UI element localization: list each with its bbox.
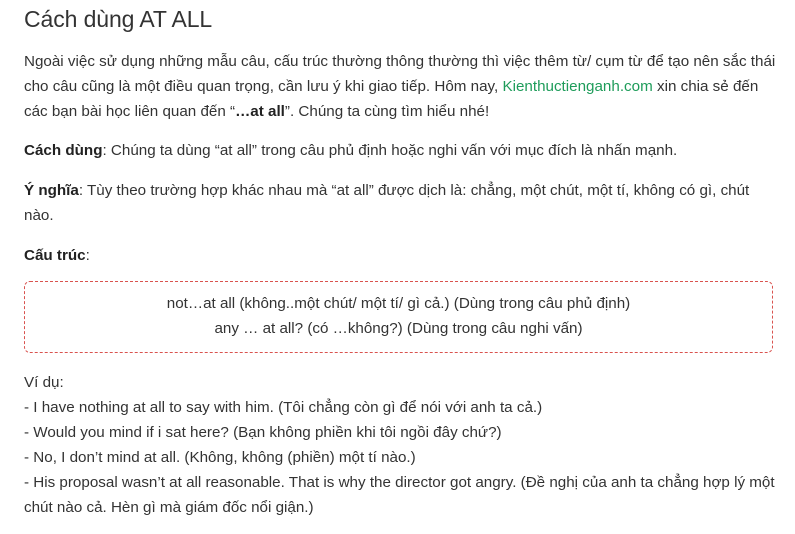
example-item: - No, I don’t mind at all. (Không, không…	[24, 449, 416, 466]
structure-line-negative: not…at all (không..một chút/ một tí/ gì …	[166, 295, 631, 312]
intro-end: ”. Chúng ta cùng tìm hiểu nhé!	[284, 103, 490, 120]
page-title: Cách dùng AT ALL	[24, 6, 213, 32]
usage-label: Cách dùng	[24, 142, 103, 159]
article: Cách dùng AT ALL Ngoài việc sử dụng nhữn…	[24, 0, 776, 520]
example-item: - Would you mind if i sat here? (Bạn khô…	[24, 424, 502, 441]
examples-heading: Ví dụ:	[24, 374, 64, 391]
usage-paragraph: Cách dùng: Chúng ta dùng “at all” trong …	[24, 138, 776, 163]
example-item: - His proposal wasn’t at all reasonable.…	[24, 474, 775, 516]
meaning-paragraph: Ý nghĩa: Tùy theo trường hợp khác nhau m…	[24, 178, 776, 228]
structure-suffix: :	[85, 247, 90, 264]
usage-text: : Chúng ta dùng “at all” trong câu phủ đ…	[102, 142, 678, 159]
meaning-text: : Tùy theo trường hợp khác nhau mà “at a…	[24, 182, 750, 224]
structure-box: not…at all (không..một chút/ một tí/ gì …	[24, 281, 773, 353]
intro-paragraph: Ngoài việc sử dụng những mẫu câu, cấu tr…	[24, 49, 776, 124]
structure-line-question: any … at all? (có …không?) (Dùng trong c…	[214, 320, 583, 337]
intro-highlight: …at all	[235, 103, 285, 120]
meaning-label: Ý nghĩa	[24, 182, 79, 199]
structure-paragraph: Cấu trúc:	[24, 243, 776, 268]
site-link[interactable]: Kienthuctienganh.com	[502, 78, 652, 95]
examples-block: Ví dụ: - I have nothing at all to say wi…	[24, 370, 776, 520]
structure-label: Cấu trúc	[24, 247, 86, 264]
example-item: - I have nothing at all to say with him.…	[24, 399, 543, 416]
